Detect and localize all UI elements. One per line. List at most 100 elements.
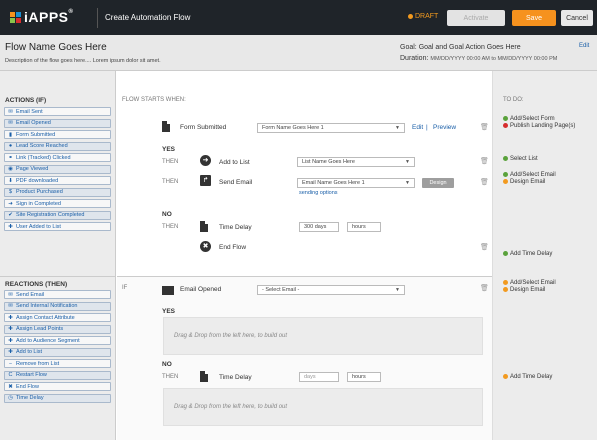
reaction-item[interactable]: − Remove from List [4,359,111,368]
action-item[interactable]: $ Product Purchased [4,187,111,197]
logo-mark [10,11,21,23]
action-item[interactable]: ◉ Page Viewed [4,164,111,174]
arrow-right-icon: ➜ [200,155,211,166]
delay-amount-input[interactable]: days [299,372,339,382]
goal-text: Goal: Goal and Goal Action Goes Here [400,44,521,51]
sidebar: ACTIONS (IF) ✉ Email Sent ✉ Email Opened ▮ Fo… [0,71,116,440]
reaction-item[interactable]: ✉ Send Email [4,290,111,299]
action-item-label: Email Sent [16,108,43,115]
flow-starts-label: FLOW STARTS WHEN: [122,97,186,103]
actions-heading: ACTIONS (IF) [5,97,47,104]
action-item[interactable]: ● Lead Score Reached [4,141,111,151]
trash-icon[interactable]: 🗑 [480,178,489,186]
trash-icon[interactable]: 🗑 [480,157,489,165]
flow-canvas: FLOW STARTS WHEN: Form Submitted Form Na… [117,71,597,440]
design-button[interactable]: Design [422,178,454,188]
action-item[interactable]: ▮ Form Submitted [4,130,111,139]
time-delay-label: Time Delay [219,224,252,231]
cancel-button[interactable]: Cancel [561,10,593,26]
chevron-down-icon: ▼ [405,159,410,165]
action-item[interactable]: ✔ Site Registration Completed [4,210,111,220]
page-title: Create Automation Flow [105,13,191,22]
action-item[interactable]: ⚭ Link (Tracked) Clicked [4,153,111,162]
chevron-down-icon: ▼ [395,125,400,131]
brand-name: iAPPS® [24,9,74,25]
email-select[interactable]: Email Name Goes Here 1 ▼ [297,178,415,188]
delay-amount-input[interactable]: 300 days [299,222,339,232]
action-item-label: Product Purchased [16,189,63,195]
form-select[interactable]: Form Name Goes Here 1 ▼ [257,123,405,133]
delay-unit-input[interactable]: hours [347,372,381,382]
flow-header: Flow Name Goes Here Description of the f… [0,35,597,71]
plus-circle-icon: ✚ [8,349,13,355]
reaction-item[interactable]: C Restart Flow [4,370,111,380]
then-label: THEN [162,179,179,185]
reactions-heading: REACTIONS (THEN) [5,281,68,288]
stop-icon: ✖ [8,383,13,390]
reaction-item[interactable]: ✚ Assign Lead Points [4,324,111,334]
trash-icon[interactable]: 🗑 [480,123,489,131]
plus-circle-icon: ✚ [8,337,13,344]
warning-icon [503,287,508,292]
no-label: NO [162,361,172,368]
yes-label: YES [162,308,176,315]
sending-options-link[interactable]: sending options [299,190,338,196]
restart-icon: C [8,372,13,378]
trash-icon[interactable]: 🗑 [480,243,489,251]
reaction-item[interactable]: ✚ Assign Contact Attribute [4,313,111,322]
top-divider [97,8,98,28]
action-item[interactable]: ➜ Sign in Completed [4,199,111,208]
reaction-item[interactable]: ✉ Send Internal Notification [4,301,111,311]
sign-in-icon: ➜ [8,200,13,207]
todo-item: Design Email [503,287,545,293]
reaction-item-label: Assign Contact Attribute [16,314,75,321]
action-item-label: Link (Tracked) Clicked [16,154,71,161]
reaction-item-label: Send Internal Notification [16,303,78,309]
drop-zone[interactable]: Drag & Drop from the left here, to build… [163,317,483,355]
error-icon [503,123,508,128]
activate-button[interactable]: Activate [447,10,505,26]
reaction-item[interactable]: ✚ Add to List [4,347,111,357]
chevron-down-icon: ▼ [395,287,400,293]
action-item[interactable]: ⬇ PDF downloaded [4,176,111,185]
action-item[interactable]: ✉ Email Opened [4,118,111,128]
reaction-item-label: Restart Flow [16,372,47,378]
todo-item: Design Email [503,179,545,185]
download-icon: ⬇ [8,177,13,184]
yes-label: YES [162,146,176,153]
minus-circle-icon: − [8,360,13,367]
eye-icon: ◉ [8,166,13,172]
reaction-item-label: Time Delay [16,395,44,401]
todo-item: Add Time Delay [503,374,552,380]
edit-form-link[interactable]: Edit [412,124,423,131]
save-button[interactable]: Save [512,10,556,26]
trash-icon[interactable]: 🗑 [480,284,489,292]
drop-zone[interactable]: Drag & Drop from the left here, to build… [163,388,483,426]
action-item-label: Email Opened [16,120,51,126]
reaction-item-label: Assign Lead Points [16,326,64,332]
reaction-item-label: Add to Audience Segment [16,337,80,344]
preview-form-link[interactable]: Preview [433,124,456,131]
reaction-item[interactable]: ✚ Add to Audience Segment [4,336,111,345]
trigger-label: Form Submitted [180,124,227,131]
select-email-dropdown[interactable]: - Select Email - ▼ [257,285,405,295]
action-item[interactable]: ✉ Email Sent [4,107,111,116]
duration-text: Duration: MM/DD/YYYY 00:00 AM to MM/DD/Y… [400,55,558,62]
send-email-icon: ↱ [200,175,211,186]
action-item[interactable]: ✚ User Added to List [4,222,111,231]
reaction-item[interactable]: ◷ Time Delay [4,393,111,403]
envelope-icon: ✉ [8,108,13,115]
edit-goal-link[interactable]: Edit [579,43,589,49]
reaction-item-label: Add to List [16,349,42,355]
document-icon: ▮ [8,131,13,138]
check-icon [503,116,508,121]
reaction-item[interactable]: ✖ End Flow [4,382,111,391]
chevron-down-icon: ▼ [405,180,410,186]
delay-unit-input[interactable]: hours [347,222,381,232]
status-badge: DRAFT [408,13,438,20]
add-to-list-label: Add to List [219,159,250,166]
list-select[interactable]: List Name Goes Here ▼ [297,157,415,167]
close-circle-icon: ✖ [200,241,211,252]
end-flow-label: End Flow [219,244,247,251]
link-divider: | [426,124,428,131]
